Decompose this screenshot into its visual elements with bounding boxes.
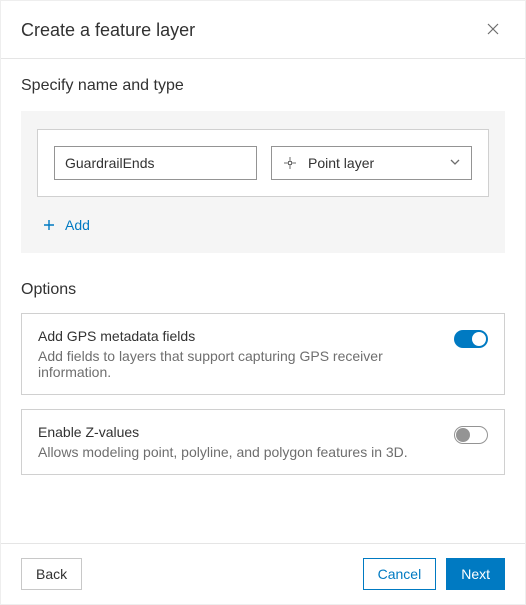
layer-row-card: Point layer	[37, 129, 489, 197]
close-icon	[485, 21, 501, 40]
layer-type-label: Point layer	[308, 155, 439, 171]
options-title: Options	[21, 281, 505, 299]
next-button[interactable]: Next	[446, 558, 505, 590]
close-button[interactable]	[481, 17, 505, 44]
option-gps-card: Add GPS metadata fields Add fields to la…	[21, 313, 505, 395]
cancel-button[interactable]: Cancel	[363, 558, 437, 590]
option-z-desc: Allows modeling point, polyline, and pol…	[38, 444, 440, 460]
option-gps-label: Add GPS metadata fields	[38, 328, 440, 344]
option-z-card: Enable Z-values Allows modeling point, p…	[21, 409, 505, 475]
toggle-knob	[472, 332, 486, 346]
chevron-down-icon	[449, 155, 461, 171]
plus-icon	[43, 219, 55, 231]
add-layer-label: Add	[65, 217, 90, 233]
option-gps-text: Add GPS metadata fields Add fields to la…	[38, 328, 440, 380]
dialog-header: Create a feature layer	[1, 1, 525, 58]
layer-name-input[interactable]	[54, 146, 257, 180]
point-layer-icon	[282, 155, 298, 171]
option-z-toggle[interactable]	[454, 426, 488, 444]
add-layer-button[interactable]: Add	[37, 217, 90, 233]
layer-type-select[interactable]: Point layer	[271, 146, 472, 180]
dialog-footer: Back Cancel Next	[1, 543, 525, 604]
section-name-type-title: Specify name and type	[21, 77, 505, 95]
option-gps-toggle[interactable]	[454, 330, 488, 348]
option-z-label: Enable Z-values	[38, 424, 440, 440]
back-button[interactable]: Back	[21, 558, 82, 590]
option-gps-desc: Add fields to layers that support captur…	[38, 348, 440, 380]
name-type-well: Point layer Add	[21, 111, 505, 253]
option-z-text: Enable Z-values Allows modeling point, p…	[38, 424, 440, 460]
dialog-content: Specify name and type Point layer	[1, 59, 525, 543]
dialog-title: Create a feature layer	[21, 20, 195, 41]
toggle-knob	[456, 428, 470, 442]
